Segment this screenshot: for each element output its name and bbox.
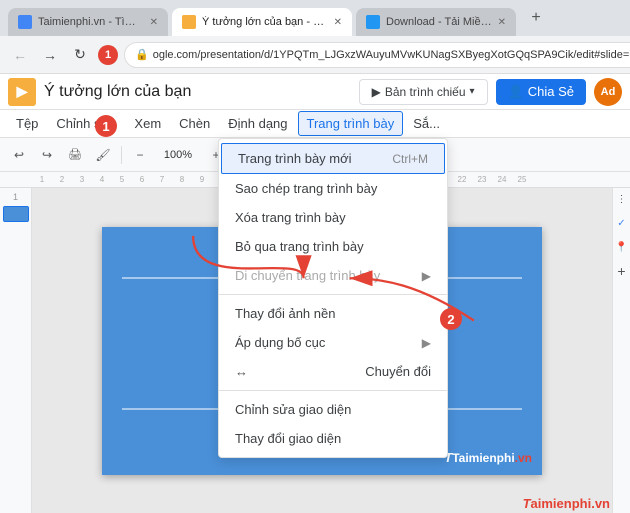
right-panel: ⋮ ✓ 📍 + [612,188,630,513]
tab-download[interactable]: Download - Tải Miền Phí - V... ✕ [356,8,516,36]
watermark: Taimienphi.vn [523,496,610,511]
address-bar[interactable]: 🔒 ogle.com/presentation/d/1YPQTm_LJGxzWA… [124,42,630,68]
present-chevron: ▾ [470,86,475,97]
undo-button[interactable]: ↩ [6,142,32,168]
separator-2 [219,390,447,391]
slideshow-dropdown: Trang trình bày mới Ctrl+M Sao chép tran… [218,138,448,458]
annotation-circle-2: 2 [440,308,462,330]
tab-favicon-slides [182,15,196,29]
convert-icon: ↔ [235,364,248,379]
ruler-mark: 3 [72,175,92,184]
dropdown-copy-slide[interactable]: Sao chép trang trình bày [219,174,447,203]
tab-label-download: Download - Tải Miền Phí - V... [386,16,492,28]
refresh-button[interactable]: ↻ [68,43,92,67]
ruler-mark: 6 [132,175,152,184]
user-initials: Ad [601,86,616,98]
present-icon: ▶ [372,85,381,99]
tab-google[interactable]: Taimienphi.vn - Tìm trên Google ... ✕ [8,8,168,36]
separator-1 [219,294,447,295]
fmt-sep-1 [121,146,122,164]
right-icon-3[interactable]: 📍 [615,240,629,254]
ruler-mark: 8 [172,175,192,184]
change-bg-label: Thay đổi ảnh nền [235,306,335,321]
new-slide-label: Trang trình bày mới [238,151,352,166]
zoom-level[interactable]: 100% [155,142,201,168]
app-title: Ý tưởng lớn của bạn [44,83,351,101]
zoom-out-button[interactable]: − [127,142,153,168]
app-bar: ▶ Ý tưởng lớn của bạn ▶ Bản trình chiếu … [0,74,630,110]
ruler-mark: 22 [452,175,472,184]
ruler-mark: 23 [472,175,492,184]
present-button[interactable]: ▶ Bản trình chiếu ▾ [359,79,488,105]
move-slide-label: Di chuyển trang trình bày [235,268,380,283]
dropdown-change-bg[interactable]: Thay đổi ảnh nền [219,299,447,328]
tab-close-download[interactable]: ✕ [498,17,506,28]
paint-format-button[interactable]: 🖌 [90,142,116,168]
address-text: ogle.com/presentation/d/1YPQTm_LJGxzWAuy… [153,49,630,61]
redo-button[interactable]: ↪ [34,142,60,168]
dropdown-move-slide[interactable]: Di chuyển trang trình bày ▶ [219,261,447,290]
dropdown-convert[interactable]: ↔ Chuyển đổi [219,357,447,386]
slide-logo: TTaimienphi.vn [444,450,532,465]
edit-theme-label: Chỉnh sửa giao diện [235,402,351,417]
new-slide-shortcut: Ctrl+M [392,152,428,166]
ruler-mark: 4 [92,175,112,184]
print-button[interactable]: 🖨 [62,142,88,168]
annotation-1: 1 [98,45,118,65]
back-button[interactable]: ← [8,43,32,67]
tab-close-slides[interactable]: ✕ [334,17,342,28]
share-icon: 👤 [508,84,524,100]
tab-slides[interactable]: Ý tưởng lớn của bạn - Google S... ✕ [172,8,352,36]
menu-slideshow[interactable]: Trang trình bày [298,111,404,136]
slide-panel: 1 [0,188,32,513]
skip-slide-label: Bỏ qua trang trình bày [235,239,364,254]
ruler-mark: 2 [52,175,72,184]
delete-slide-label: Xóa trang trình bày [235,210,346,225]
user-avatar[interactable]: Ad [594,78,622,106]
share-label: Chia Sẻ [528,84,574,99]
share-button[interactable]: 👤 Chia Sẻ [496,79,586,105]
tab-label-slides: Ý tưởng lớn của bạn - Google S... [202,16,328,28]
tab-favicon-google [18,15,32,29]
change-theme-label: Thay đổi giao diện [235,431,341,446]
forward-button[interactable]: → [38,43,62,67]
dropdown-skip-slide[interactable]: Bỏ qua trang trình bày [219,232,447,261]
ruler-mark: 25 [512,175,532,184]
menu-help[interactable]: Sắ... [405,112,448,135]
ruler-mark: 24 [492,175,512,184]
dropdown-edit-theme[interactable]: Chỉnh sửa giao diện [219,395,447,424]
right-icon-1[interactable]: ⋮ [615,192,629,206]
dropdown-change-theme[interactable]: Thay đổi giao diện [219,424,447,453]
ruler-mark: 1 [32,175,52,184]
annotation-circle-1: 1 [95,115,117,137]
browser-toolbar: ← → ↻ 1 🔒 ogle.com/presentation/d/1YPQTm… [0,36,630,74]
tab-label-google: Taimienphi.vn - Tìm trên Google ... [38,16,144,28]
ruler-mark: 9 [192,175,212,184]
menu-file[interactable]: Tệp [8,112,46,135]
tab-close-google[interactable]: ✕ [150,17,158,28]
menu-format[interactable]: Định dạng [220,112,295,135]
dropdown-delete-slide[interactable]: Xóa trang trình bày [219,203,447,232]
apply-layout-arrow: ▶ [422,336,431,350]
present-label: Bản trình chiếu [385,85,466,99]
ruler-mark: 5 [112,175,132,184]
copy-slide-label: Sao chép trang trình bày [235,181,377,196]
new-tab-button[interactable]: + [524,6,548,30]
apply-layout-label: Áp dụng bố cục [235,335,325,350]
convert-label: Chuyển đổi [365,364,431,379]
dropdown-new-slide[interactable]: Trang trình bày mới Ctrl+M [221,143,445,174]
lock-icon: 🔒 [135,48,149,61]
right-icon-add[interactable]: + [615,264,629,278]
move-slide-arrow: ▶ [422,269,431,283]
ruler-mark: 7 [152,175,172,184]
browser-titlebar: Taimienphi.vn - Tìm trên Google ... ✕ Ý … [0,0,630,36]
menu-view[interactable]: Xem [126,112,169,135]
tab-favicon-download [366,15,380,29]
right-icon-2[interactable]: ✓ [615,216,629,230]
menu-insert[interactable]: Chèn [171,112,218,135]
slide-thumbnail[interactable] [3,206,29,222]
dropdown-apply-layout[interactable]: Áp dụng bố cục ▶ [219,328,447,357]
slides-icon: ▶ [8,78,36,106]
